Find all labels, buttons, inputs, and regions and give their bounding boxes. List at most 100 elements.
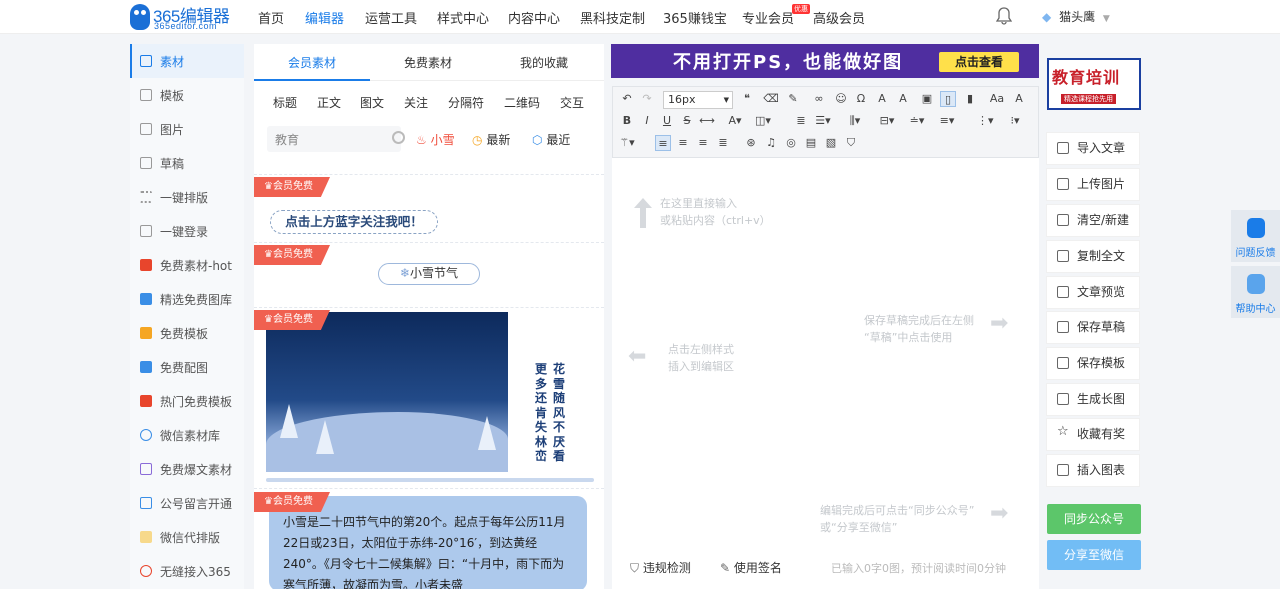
search-input[interactable]: 教育 bbox=[267, 126, 405, 152]
omega-icon[interactable]: Ω bbox=[853, 91, 869, 107]
strike-icon[interactable]: S bbox=[679, 113, 695, 129]
ordered-list-icon[interactable]: ⋮▾ bbox=[977, 113, 994, 129]
compliance-check-button[interactable]: ⛉ 违规检测 bbox=[630, 559, 691, 576]
long-image-button[interactable]: 生成长图 bbox=[1046, 383, 1140, 416]
editor-area[interactable]: 在这里直接输入 或粘贴内容（ctrl+v） ⬅ 点击左侧样式 插入到编辑区 保存… bbox=[612, 158, 1039, 589]
quote-icon[interactable]: ❝ bbox=[739, 91, 755, 107]
sidebar-item-free-pictures[interactable]: 免费配图 bbox=[130, 350, 244, 384]
sidebar-item-free-gallery[interactable]: 精选免费图库 bbox=[130, 282, 244, 316]
save-template-button[interactable]: 保存模板 bbox=[1046, 347, 1140, 380]
signature-button[interactable]: ✎ 使用签名 bbox=[720, 559, 782, 576]
paragraph-icon[interactable]: ≡▾ bbox=[939, 113, 955, 129]
category-title[interactable]: 标题 bbox=[273, 94, 297, 111]
video-icon[interactable]: ◎ bbox=[783, 135, 799, 151]
preview-button[interactable]: 文章预览 bbox=[1046, 276, 1140, 309]
filter-hot[interactable]: ♨ 小雪 bbox=[416, 131, 455, 148]
bg-color-icon[interactable]: ◫▾ bbox=[755, 113, 771, 129]
import-article-button[interactable]: 导入文章 bbox=[1046, 132, 1140, 165]
user-menu[interactable]: ◆ 猫头鹰 ▼ bbox=[1042, 8, 1110, 25]
insert-image-icon[interactable]: ▤ bbox=[803, 135, 819, 151]
nav-premium-member[interactable]: 高级会员 bbox=[813, 8, 865, 27]
network-icon[interactable]: ⊛ bbox=[743, 135, 759, 151]
share-wechat-button[interactable]: 分享至微信 bbox=[1047, 540, 1141, 570]
sidebar-item-template[interactable]: 模板 bbox=[130, 78, 244, 112]
magic-wand-icon[interactable]: ⚚▾ bbox=[619, 135, 635, 151]
search-icon[interactable] bbox=[392, 131, 405, 144]
upload-image-button[interactable]: 上传图片 bbox=[1046, 168, 1140, 201]
snow-title-style[interactable]: ❄小雪节气 bbox=[378, 263, 480, 285]
eraser-icon[interactable]: ⌫ bbox=[763, 91, 779, 107]
sidebar-item-free-template[interactable]: 免费模板 bbox=[130, 316, 244, 350]
promo-button[interactable]: 点击查看 bbox=[939, 52, 1019, 72]
tab-favorites[interactable]: 我的收藏 bbox=[486, 54, 602, 71]
bold-icon[interactable]: B bbox=[619, 113, 635, 129]
sidebar-item-free-material[interactable]: 免费素材-hot bbox=[130, 248, 244, 282]
italic-icon[interactable]: I bbox=[639, 113, 655, 129]
sidebar-item-viral-material[interactable]: 免费爆文素材 bbox=[130, 452, 244, 486]
font-up-icon[interactable]: A bbox=[874, 91, 890, 107]
sidebar-item-material[interactable]: 素材 bbox=[130, 44, 244, 78]
indent-left-icon[interactable]: ▯ bbox=[940, 91, 956, 107]
copy-all-button[interactable]: 复制全文 bbox=[1046, 240, 1140, 273]
category-image-text[interactable]: 图文 bbox=[360, 94, 384, 111]
nav-earn[interactable]: 365赚钱宝 bbox=[663, 8, 727, 27]
education-ad[interactable]: 教育培训 精选课程抢先用 bbox=[1047, 58, 1141, 110]
category-follow[interactable]: 关注 bbox=[404, 94, 428, 111]
nav-home[interactable]: 首页 bbox=[258, 8, 284, 27]
sync-wechat-button[interactable]: 同步公众号 bbox=[1047, 504, 1141, 534]
align-left-icon[interactable]: ≡ bbox=[655, 135, 671, 151]
nav-style-center[interactable]: 样式中心 bbox=[437, 8, 489, 27]
favorite-reward-button[interactable]: ☆ 收藏有奖 bbox=[1046, 418, 1140, 451]
sidebar-item-image[interactable]: 图片 bbox=[130, 112, 244, 146]
nav-tech-custom[interactable]: 黑科技定制 bbox=[580, 8, 645, 27]
filter-recent[interactable]: ⬡ 最近 bbox=[532, 131, 570, 148]
align-top-icon[interactable]: ≐▾ bbox=[909, 113, 925, 129]
sidebar-item-wechat-library[interactable]: 微信素材库 bbox=[130, 418, 244, 452]
tab-member-material[interactable]: 会员素材 bbox=[254, 54, 370, 71]
format-brush-icon[interactable]: ✎ bbox=[785, 91, 801, 107]
snow-night-image[interactable] bbox=[266, 312, 508, 472]
sidebar-item-hot-template[interactable]: 热门免费模板 bbox=[130, 384, 244, 418]
nav-content-center[interactable]: 内容中心 bbox=[508, 8, 560, 27]
hr-icon[interactable]: ⟷ bbox=[699, 113, 715, 129]
nav-pro-member[interactable]: 专业会员 bbox=[742, 8, 794, 27]
insert-media-icon[interactable]: ▧ bbox=[823, 135, 839, 151]
clear-new-button[interactable]: 清空/新建 bbox=[1046, 204, 1140, 237]
border-icon[interactable]: ⊟▾ bbox=[879, 113, 895, 129]
letter-case-icon[interactable]: Aa bbox=[989, 91, 1005, 107]
line-height-icon[interactable]: ≣ bbox=[793, 113, 809, 129]
font-color-icon[interactable]: A▾ bbox=[727, 113, 743, 129]
bell-icon[interactable] bbox=[996, 7, 1012, 25]
font-down-icon[interactable]: A bbox=[895, 91, 911, 107]
para-spacing-icon[interactable]: ☰▾ bbox=[815, 113, 831, 129]
sidebar-item-comment-open[interactable]: 公号留言开通 bbox=[130, 486, 244, 520]
align-right-icon[interactable]: ≡ bbox=[695, 135, 711, 151]
filter-newest[interactable]: ◷ 最新 bbox=[472, 131, 510, 148]
unordered-list-icon[interactable]: ⁝▾ bbox=[1007, 113, 1023, 129]
help-float-button[interactable]: 帮助中心 bbox=[1231, 266, 1280, 318]
sidebar-item-wechat-layout[interactable]: 微信代排版 bbox=[130, 520, 244, 554]
template-insert-icon[interactable]: ⛉ bbox=[843, 135, 859, 151]
sidebar-item-auto-layout[interactable]: 一键排版 bbox=[130, 180, 244, 214]
paste-icon[interactable]: ▣ bbox=[919, 91, 935, 107]
sidebar-item-integrate[interactable]: 无缝接入365 bbox=[130, 554, 244, 588]
category-qrcode[interactable]: 二维码 bbox=[504, 94, 540, 111]
nav-editor[interactable]: 编辑器 bbox=[305, 8, 344, 27]
link-icon[interactable]: ∞ bbox=[811, 91, 827, 107]
redo-icon[interactable]: ↷ bbox=[639, 91, 655, 107]
category-divider[interactable]: 分隔符 bbox=[448, 94, 484, 111]
save-draft-button[interactable]: 保存草稿 bbox=[1046, 311, 1140, 344]
align-center-icon[interactable]: ≡ bbox=[675, 135, 691, 151]
font-size-select[interactable]: 16px ▼ bbox=[663, 91, 733, 109]
promo-banner[interactable]: 不用打开PS，也能做好图 点击查看 bbox=[611, 44, 1039, 78]
sidebar-item-login[interactable]: 一键登录 bbox=[130, 214, 244, 248]
feedback-float-button[interactable]: 问题反馈 bbox=[1231, 210, 1280, 262]
align-justify-icon[interactable]: ≣ bbox=[715, 135, 731, 151]
indent-right-icon[interactable]: ▮ bbox=[962, 91, 978, 107]
category-body[interactable]: 正文 bbox=[317, 94, 341, 111]
follow-banner-style[interactable]: 点击上方蓝字关注我吧！ bbox=[270, 210, 438, 234]
insert-chart-button[interactable]: 插入图表 bbox=[1046, 454, 1140, 487]
category-interactive[interactable]: 交互 bbox=[560, 94, 584, 111]
logo[interactable]: 365编辑器 365editor.com bbox=[130, 2, 240, 32]
music-icon[interactable]: ♫ bbox=[763, 135, 779, 151]
